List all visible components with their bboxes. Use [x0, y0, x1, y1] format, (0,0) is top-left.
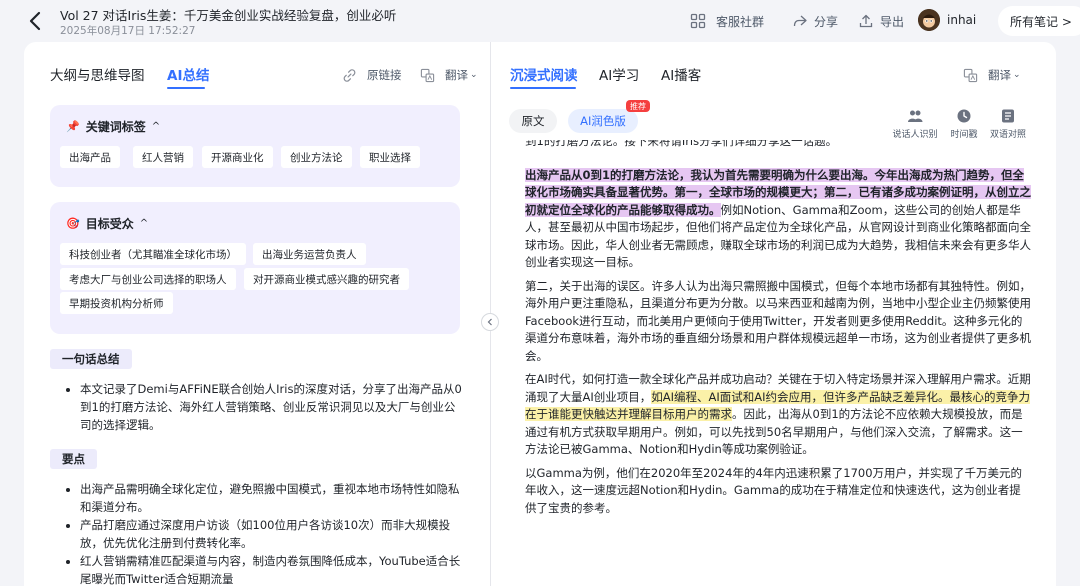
- translate-label: 翻译: [445, 68, 468, 82]
- service-group-label: 客服社群: [716, 14, 765, 29]
- timestamp-label: 时间戳: [950, 130, 978, 140]
- upload-icon: [859, 14, 873, 28]
- translate-icon: [963, 68, 978, 82]
- tab-ai-podcast[interactable]: AI播客: [661, 64, 701, 84]
- chevron-left-icon: [487, 318, 492, 326]
- original-text-toggle[interactable]: 原文: [509, 109, 557, 133]
- article-line: 到1的打磨方法论。接下来将请Iris分享们详细分享这一话题。: [525, 140, 838, 148]
- avatar[interactable]: [918, 9, 940, 31]
- tab-underline: [167, 87, 205, 89]
- bilingual-icon: [1002, 109, 1014, 123]
- translate-icon: [420, 68, 435, 82]
- one-line-summary-label: 一句话总结: [50, 349, 132, 369]
- page-title: Vol 27 对话Iris生姜：千万美金创业实战经验复盘，创业必听: [60, 8, 397, 23]
- chevron-up-icon: ^: [151, 121, 161, 132]
- audience-chip[interactable]: 出海业务运营负责人: [253, 243, 366, 265]
- link-icon: [343, 68, 356, 82]
- list-item: 红人营销需精准匹配渠道与内容，制造内卷氛围降低成本，YouTube适合长尾曝光而…: [80, 552, 466, 586]
- tab-ai-learning[interactable]: AI学习: [599, 64, 639, 84]
- share-icon: [793, 15, 807, 27]
- tab-ai-summary[interactable]: AI总结: [167, 64, 209, 84]
- article-paragraph: 出海产品从0到1的打磨方法论，我认为首先需要明确为什么要出海。今年出海成为热门趋…: [525, 167, 1031, 272]
- all-notes-button[interactable]: 所有笔记 >: [998, 6, 1080, 36]
- keyword-chip[interactable]: 出海产品: [60, 146, 120, 168]
- keyword-chip[interactable]: 红人营销: [133, 146, 193, 168]
- chevron-down-icon: ⌄: [1013, 70, 1021, 80]
- collapse-panel-button[interactable]: [481, 313, 499, 331]
- article-paragraph: 第二，关于出海的误区。许多人认为出海只需照搬中国模式，但每个本地市场都有其独特性…: [525, 278, 1031, 363]
- keyword-chip[interactable]: 开源商业化: [202, 146, 273, 168]
- list-item: 出海产品需明确全球化定位，避免照搬中国模式，重视本地市场特性如隐私和渠道分布。: [80, 480, 466, 516]
- export-label: 导出: [880, 14, 905, 29]
- keyword-chip[interactable]: 创业方法论: [281, 146, 352, 168]
- audience-chip[interactable]: 考虑大厂与创业公司选择的职场人: [60, 268, 236, 290]
- chevron-down-icon: ⌄: [470, 70, 478, 80]
- service-group-button[interactable]: 客服社群: [690, 11, 764, 31]
- translate-dropdown[interactable]: 翻译 ⌄: [420, 67, 478, 83]
- chevron-left-icon: [29, 11, 41, 31]
- one-line-summary: 本文记录了Demi与AFFiNE联合创始人Iris的深度对话，分享了出海产品从0…: [66, 380, 466, 434]
- grid-icon: [690, 13, 706, 29]
- keyword-chip[interactable]: 职业选择: [360, 146, 420, 168]
- tab-outline-mindmap[interactable]: 大纲与思维导图: [50, 64, 145, 84]
- translate-label: 翻译: [988, 68, 1011, 82]
- reading-panel: 沉浸式阅读 AI学习 AI播客 翻译 ⌄ 原文 AI润色版 推荐 说话人识别 时…: [491, 42, 1056, 586]
- article-paragraph: 以Gamma为例，他们在2020年至2024年的4年内迅速积累了1700万用户，…: [525, 465, 1023, 515]
- avatar-illustration-icon: [918, 9, 940, 31]
- recommended-badge: 推荐: [626, 100, 650, 112]
- list-item: 产品打磨应通过深度用户访谈（如100位用户各访谈10次）而非大规模投放，优先优化…: [80, 516, 466, 552]
- keywords-card: 📌 关键词标签 ^ 出海产品 红人营销 开源商业化 创业方法论 职业选择: [50, 105, 460, 187]
- share-label: 分享: [814, 14, 839, 29]
- audience-title: 目标受众: [85, 217, 134, 231]
- translate-dropdown[interactable]: 翻译 ⌄: [963, 67, 1021, 83]
- key-points-list: 出海产品需明确全球化定位，避免照搬中国模式，重视本地市场特性如隐私和渠道分布。 …: [66, 480, 466, 586]
- list-item: 本文记录了Demi与AFFiNE联合创始人Iris的深度对话，分享了出海产品从0…: [80, 380, 466, 434]
- pin-icon: 📌: [66, 120, 80, 133]
- tab-underline: [510, 87, 576, 89]
- key-points-label: 要点: [50, 449, 97, 469]
- bilingual-button[interactable]: 双语对照: [978, 108, 1038, 140]
- users-icon: [908, 110, 923, 122]
- tab-immersive-reading[interactable]: 沉浸式阅读: [510, 64, 578, 84]
- share-button[interactable]: 分享: [792, 11, 838, 31]
- back-button[interactable]: [26, 9, 46, 33]
- ai-polished-toggle[interactable]: AI润色版: [568, 109, 638, 133]
- export-button[interactable]: 导出: [858, 11, 904, 31]
- original-link-button[interactable]: 原链接: [342, 67, 402, 83]
- original-link-label: 原链接: [367, 68, 402, 82]
- bilingual-label: 双语对照: [989, 130, 1026, 140]
- speaker-recognition-label: 说话人识别: [892, 130, 938, 140]
- audience-card: 🎯 目标受众 ^ 科技创业者（尤其瞄准全球化市场） 出海业务运营负责人 考虑大厂…: [50, 202, 460, 334]
- target-icon: 🎯: [66, 217, 80, 230]
- page-date: 2025年08月17日 17:52:27: [60, 25, 196, 37]
- article-body: 到1的打磨方法论。接下来将请Iris分享们详细分享这一话题。 出海产品从0到1的…: [525, 140, 1031, 586]
- article-paragraph: 在AI时代，如何打造一款全球化产品并成功启动？关键在于切入特定场景并深入理解用户…: [525, 371, 1031, 459]
- summary-panel: 大纲与思维导图 AI总结 原链接 翻译 ⌄ 📌 关键词标签 ^ 出海产品 红人营…: [24, 42, 490, 586]
- audience-chip[interactable]: 对开源商业模式感兴趣的研究者: [244, 268, 409, 290]
- audience-chip[interactable]: 科技创业者（尤其瞄准全球化市场）: [60, 243, 246, 265]
- user-name: inhai: [947, 13, 977, 27]
- audience-chip[interactable]: 早期投资机构分析师: [60, 292, 173, 314]
- chevron-up-icon: ^: [139, 218, 149, 229]
- audience-header[interactable]: 🎯 目标受众 ^: [66, 215, 148, 232]
- keywords-title: 关键词标签: [85, 120, 146, 134]
- keywords-header[interactable]: 📌 关键词标签 ^: [66, 118, 160, 135]
- top-bar: Vol 27 对话Iris生姜：千万美金创业实战经验复盘，创业必听 2025年0…: [0, 0, 1080, 42]
- clock-icon: [957, 109, 971, 123]
